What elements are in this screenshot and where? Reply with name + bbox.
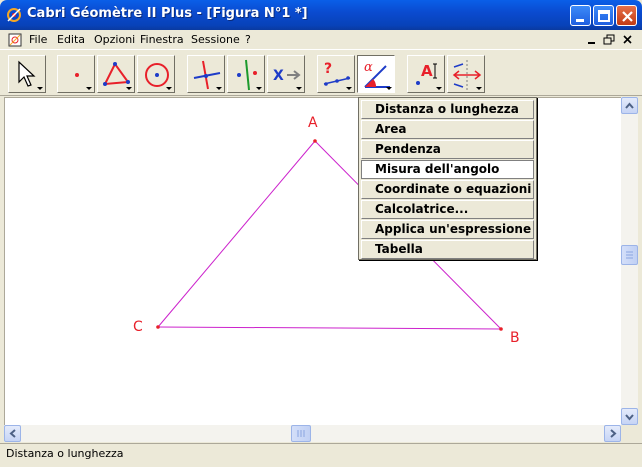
measure-menu: Distanza o lunghezza Area Pendenza Misur… (358, 97, 537, 260)
svg-text:A: A (421, 62, 433, 80)
scroll-down-button[interactable] (621, 408, 638, 425)
menu-item-pendenza[interactable]: Pendenza (361, 140, 534, 159)
label-b[interactable]: B (510, 330, 520, 346)
pointer-tool[interactable] (8, 55, 46, 93)
app-icon (7, 8, 21, 22)
drawing-tool[interactable] (447, 55, 485, 93)
menu-bar: File Edita Opzioni Finestra Sessione ? (0, 30, 642, 49)
check-property-tool[interactable]: ? (317, 55, 355, 93)
label-a[interactable]: A (308, 115, 318, 131)
svg-text:α: α (364, 60, 373, 75)
toolbar: X ? α A (0, 49, 642, 96)
window-title: Cabri Géomètre II Plus - [Figura N°1 *] (27, 6, 308, 21)
horizontal-scrollbar[interactable] (4, 425, 621, 442)
status-text: Distanza o lunghezza (6, 447, 124, 460)
scroll-right-button[interactable] (604, 425, 621, 442)
menu-item-misura-angolo[interactable]: Misura dell'angolo (361, 160, 534, 179)
doc-restore-icon[interactable] (601, 33, 617, 47)
menu-item-calcolatrice[interactable]: Calcolatrice... (361, 200, 534, 219)
point-a[interactable] (313, 139, 317, 143)
menu-item-applica-espressione[interactable]: Applica un'espressione (361, 220, 534, 239)
circle-tool[interactable] (137, 55, 175, 93)
chevron-down-icon (625, 414, 634, 421)
menu-opzioni[interactable]: Opzioni (94, 33, 135, 46)
macro-tool[interactable]: X (267, 55, 305, 93)
menu-finestra[interactable]: Finestra (140, 33, 184, 46)
scrollbar-corner (621, 425, 638, 442)
grip-icon (297, 430, 305, 437)
menu-item-coordinate[interactable]: Coordinate o equazioni (361, 180, 534, 199)
chevron-left-icon (9, 429, 16, 438)
vertical-scrollbar[interactable] (621, 97, 638, 425)
vertical-scroll-thumb[interactable] (621, 245, 638, 265)
maximize-button[interactable] (593, 5, 614, 26)
chevron-right-icon (610, 429, 617, 438)
menu-sessione[interactable]: Sessione (191, 33, 240, 46)
scroll-up-button[interactable] (621, 97, 638, 114)
transformation-tool[interactable] (227, 55, 265, 93)
construction-tool[interactable] (187, 55, 225, 93)
menu-file[interactable]: File (29, 33, 47, 46)
horizontal-scroll-thumb[interactable] (291, 425, 311, 442)
close-button[interactable] (616, 5, 637, 26)
chevron-up-icon (625, 102, 634, 109)
menu-item-distanza[interactable]: Distanza o lunghezza (361, 100, 534, 119)
point-tool[interactable] (57, 55, 95, 93)
minimize-button[interactable] (570, 5, 591, 26)
doc-close-icon[interactable] (620, 33, 636, 47)
triangle-tool[interactable] (97, 55, 135, 93)
grip-icon (626, 251, 633, 259)
doc-minimize-icon[interactable] (584, 33, 600, 47)
segment-cb[interactable] (157, 326, 502, 330)
segment-ac[interactable] (157, 140, 316, 328)
scroll-left-button[interactable] (4, 425, 21, 442)
maximize-icon (598, 10, 610, 22)
close-icon (622, 11, 633, 22)
svg-text:X: X (273, 68, 284, 84)
label-c[interactable]: C (133, 319, 143, 335)
measure-tool[interactable]: α (357, 55, 395, 93)
svg-text:?: ? (324, 61, 332, 77)
menu-help[interactable]: ? (245, 33, 251, 46)
document-icon[interactable] (7, 32, 23, 48)
menu-item-tabella[interactable]: Tabella (361, 240, 534, 259)
point-b[interactable] (499, 327, 503, 331)
status-bar: Distanza o lunghezza (0, 443, 642, 467)
menu-item-area[interactable]: Area (361, 120, 534, 139)
menu-edita[interactable]: Edita (57, 33, 85, 46)
display-tool[interactable]: A (407, 55, 445, 93)
title-bar: Cabri Géomètre II Plus - [Figura N°1 *] (0, 0, 642, 30)
point-c[interactable] (156, 325, 160, 329)
minimize-icon (576, 19, 584, 22)
